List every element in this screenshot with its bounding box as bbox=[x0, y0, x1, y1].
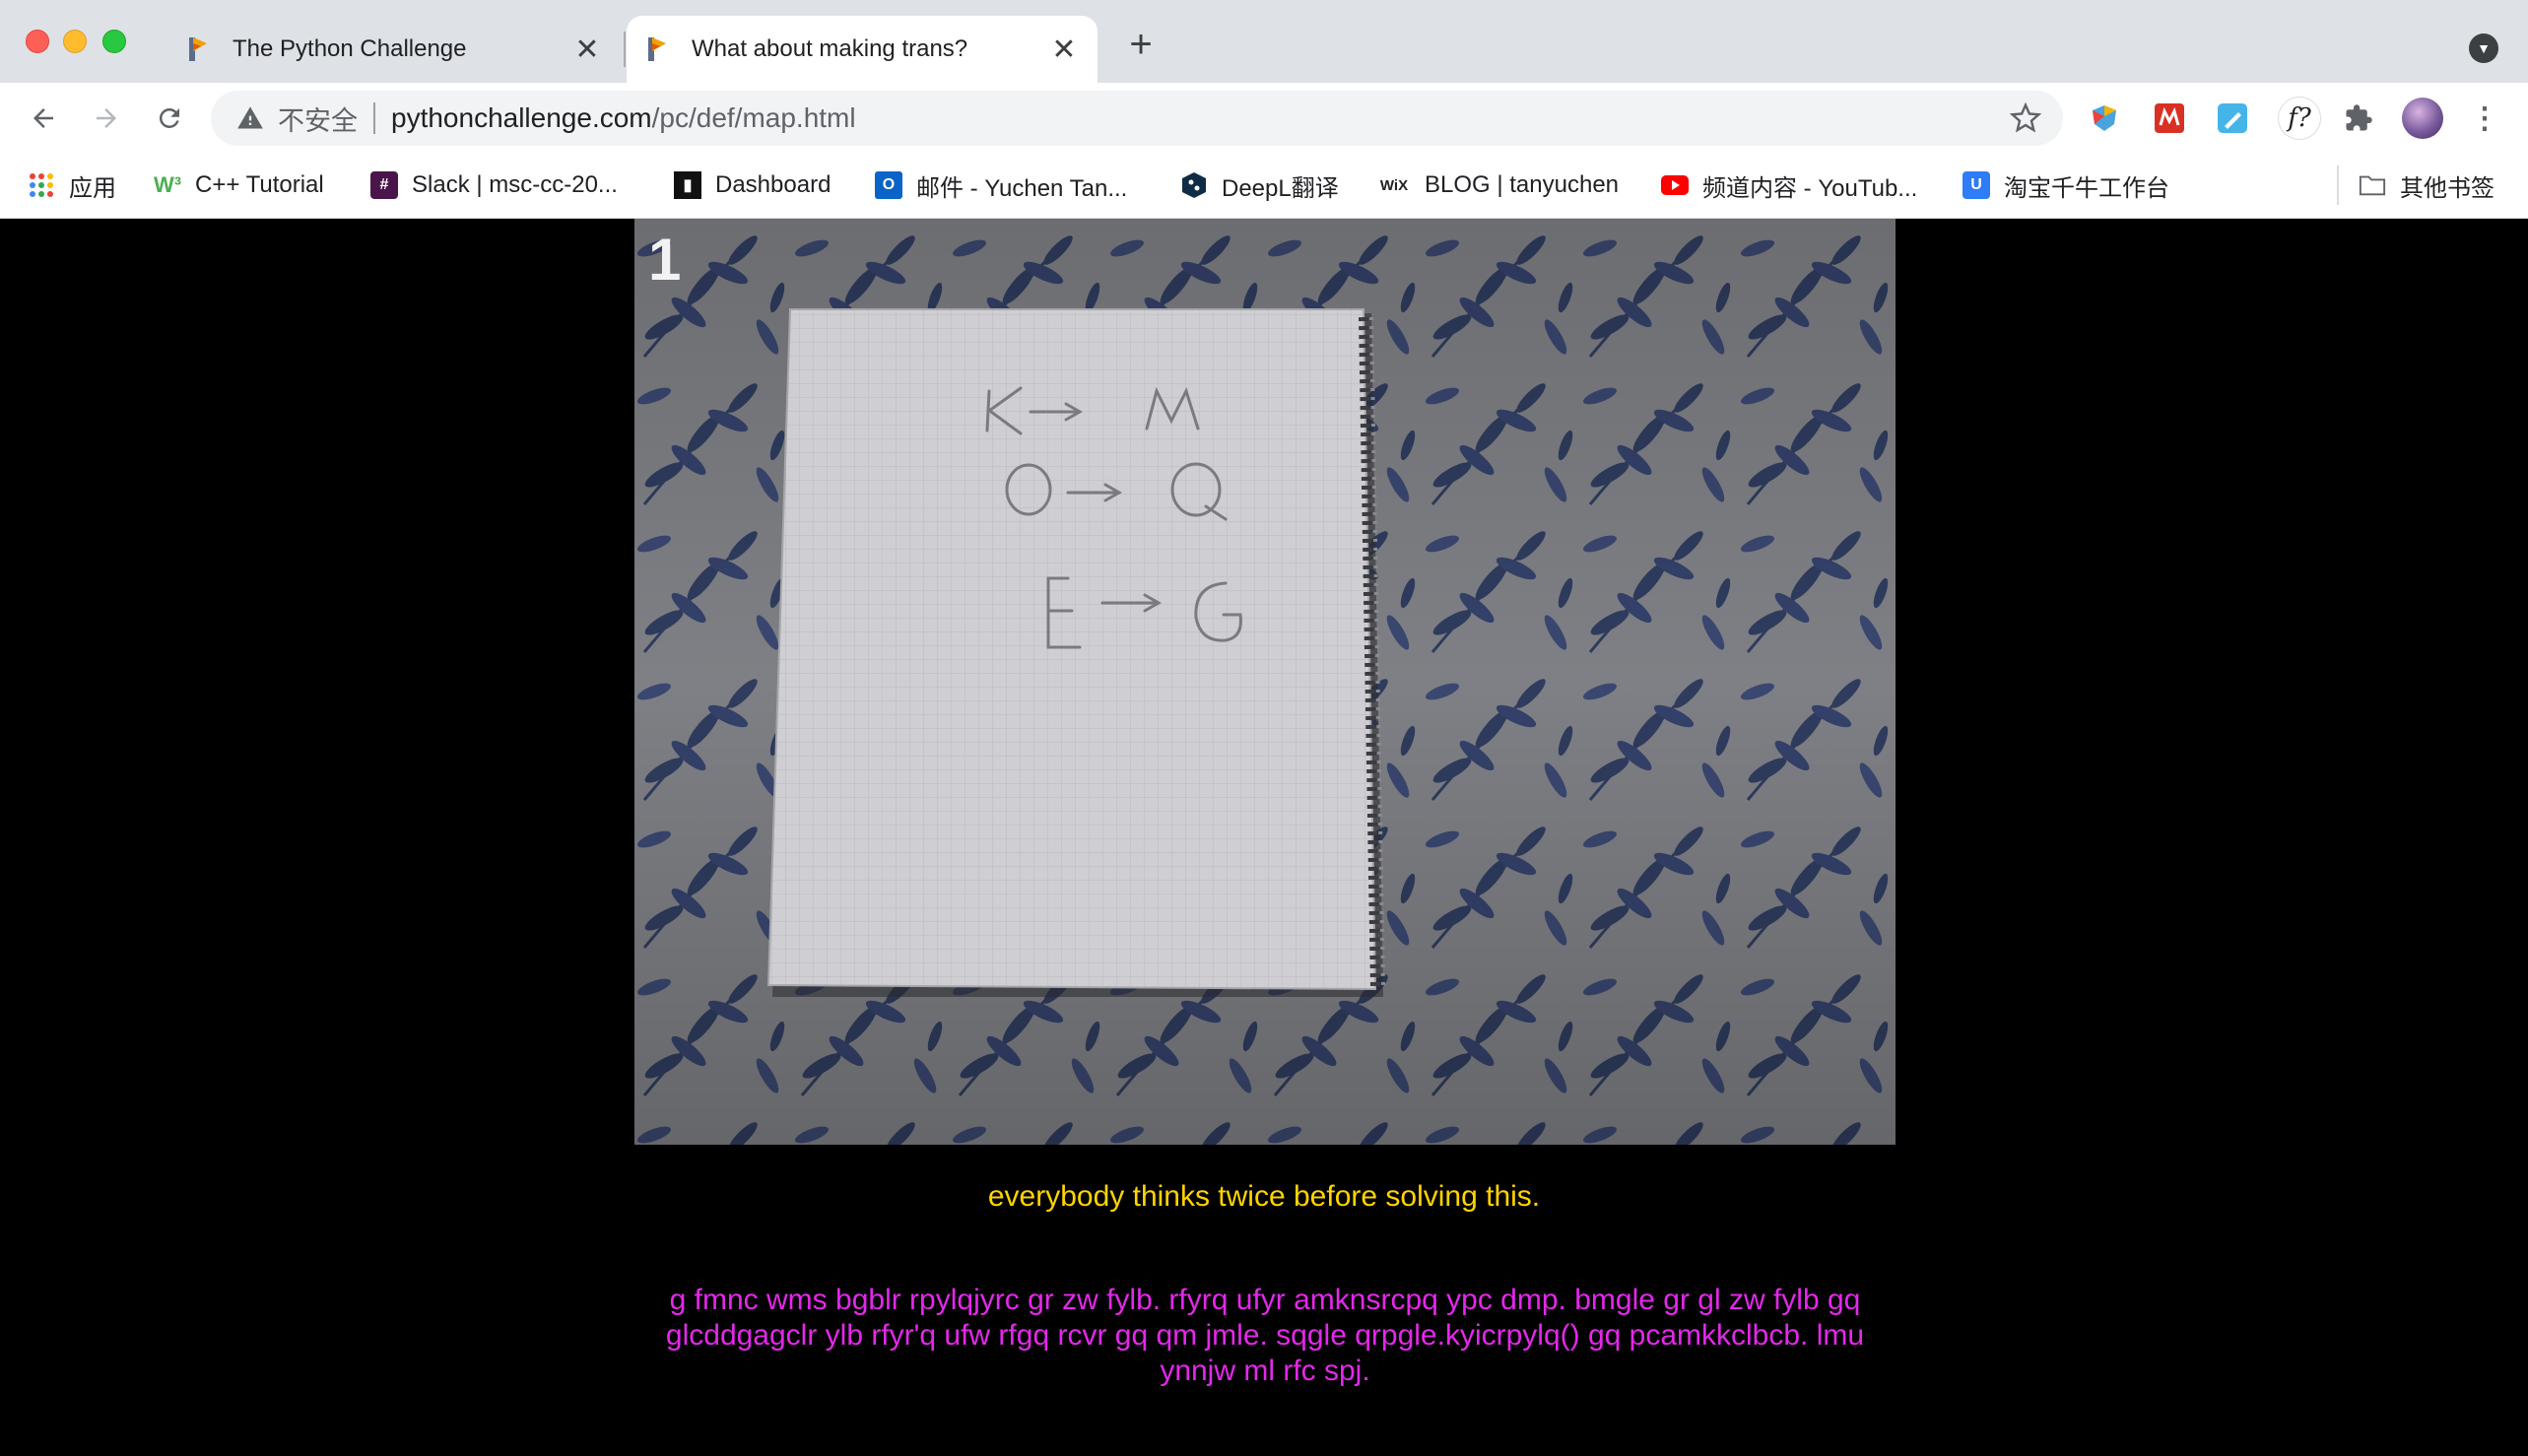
back-button[interactable] bbox=[22, 97, 65, 140]
bookmark-label: DeepL翻译 bbox=[1222, 174, 1339, 202]
bookmark-label: C++ Tutorial bbox=[195, 171, 324, 198]
browser-toolbar: 不安全 pythonchallenge.com/pc/def/map.html … bbox=[0, 83, 2528, 154]
red-grid-extension-icon[interactable] bbox=[2152, 100, 2187, 136]
maximize-window-button[interactable] bbox=[102, 30, 126, 53]
deepl-icon bbox=[1180, 171, 1208, 199]
url-text[interactable]: pythonchallenge.com/pc/def/map.html bbox=[391, 102, 856, 134]
url-path: /pc/def/map.html bbox=[651, 102, 856, 133]
bookmark-blog[interactable]: WiX BLOG | tanyuchen bbox=[1377, 164, 1619, 207]
formula-extension-icon[interactable]: f? bbox=[2278, 97, 2321, 140]
bookmarks-bar: 应用 W³ C++ Tutorial # Slack | msc-cc-20..… bbox=[0, 154, 2528, 219]
colorful-shield-icon[interactable] bbox=[2087, 100, 2122, 136]
bookmark-label: 其他书签 bbox=[2400, 174, 2495, 202]
bookmark-youtube[interactable]: 频道内容 - YouTub... bbox=[1661, 164, 1917, 207]
forward-button[interactable] bbox=[85, 97, 128, 140]
page-content: 1 everybody thinks twice before solving … bbox=[0, 219, 2528, 1456]
bookmark-cpp-tutorial[interactable]: W³ C++ Tutorial bbox=[154, 164, 324, 207]
bookmark-label: 邮件 - Yuchen Tan... bbox=[916, 174, 1128, 202]
notebook-photo: 1 bbox=[634, 219, 1896, 1145]
python-challenge-favicon-icon bbox=[189, 37, 207, 61]
address-bar[interactable]: 不安全 pythonchallenge.com/pc/def/map.html bbox=[211, 91, 2063, 146]
bookmark-mail[interactable]: O 邮件 - Yuchen Tan... bbox=[875, 164, 1127, 207]
folder-icon bbox=[2359, 171, 2386, 199]
close-tab-icon[interactable]: ✕ bbox=[571, 33, 603, 66]
reload-icon bbox=[159, 107, 179, 128]
tab-title: What about making trans? bbox=[692, 35, 968, 62]
address-divider bbox=[373, 102, 375, 134]
bookmark-label: 频道内容 - YouTub... bbox=[1702, 174, 1918, 202]
bookmark-label: 淘宝千牛工作台 bbox=[2004, 174, 2169, 202]
level-number: 1 bbox=[648, 227, 681, 293]
python-challenge-favicon-icon bbox=[648, 37, 666, 61]
security-label[interactable]: 不安全 bbox=[278, 99, 358, 138]
warning-icon bbox=[237, 106, 263, 129]
dashboard-icon: ▮ bbox=[674, 171, 701, 199]
apps-grid-icon bbox=[28, 171, 55, 199]
bookmarks-separator bbox=[2337, 165, 2339, 205]
bookmark-label: 应用 bbox=[69, 174, 116, 202]
w3schools-icon: W³ bbox=[153, 172, 182, 197]
profile-avatar[interactable] bbox=[2402, 98, 2443, 139]
bookmark-slack[interactable]: # Slack | msc-cc-20... bbox=[370, 164, 618, 207]
tab-title: The Python Challenge bbox=[233, 35, 467, 62]
close-tab-icon[interactable]: ✕ bbox=[1048, 33, 1080, 66]
bookmark-star-icon[interactable] bbox=[2010, 102, 2041, 134]
reload-button[interactable] bbox=[148, 97, 191, 140]
tab-search-chevron-icon[interactable]: ▼ bbox=[2469, 33, 2498, 63]
tab-python-challenge[interactable]: The Python Challenge ✕ bbox=[167, 16, 621, 83]
other-bookmarks-folder[interactable]: 其他书签 bbox=[2359, 164, 2495, 207]
minimize-window-button[interactable] bbox=[63, 30, 87, 53]
bookmark-label: Slack | msc-cc-20... bbox=[412, 171, 618, 198]
tab-separator bbox=[624, 32, 626, 67]
blue-pen-extension-icon[interactable] bbox=[2215, 100, 2250, 136]
qianniu-icon: U bbox=[1963, 171, 1990, 199]
url-host: pythonchallenge.com bbox=[391, 102, 652, 133]
slack-icon: # bbox=[370, 171, 398, 199]
arrow-right-icon bbox=[97, 108, 116, 128]
wix-icon: WiX bbox=[1379, 176, 1409, 194]
tab-strip: The Python Challenge ✕ What about making… bbox=[0, 0, 2528, 83]
puzzle-icon[interactable] bbox=[2341, 100, 2376, 136]
bookmark-deepl[interactable]: DeepL翻译 bbox=[1180, 164, 1339, 207]
cipher-text: g fmnc wms bgblr rpylqjyrc gr zw fylb. r… bbox=[665, 1284, 1865, 1387]
bookmark-label: Dashboard bbox=[715, 171, 832, 198]
bookmark-qianniu[interactable]: U 淘宝千牛工作台 bbox=[1963, 164, 2169, 207]
tab-making-trans[interactable]: What about making trans? ✕ bbox=[627, 16, 1098, 83]
close-window-button[interactable] bbox=[26, 30, 49, 53]
bookmark-dashboard[interactable]: ▮ Dashboard bbox=[674, 164, 831, 207]
bookmark-label: BLOG | tanyuchen bbox=[1425, 171, 1620, 198]
youtube-icon bbox=[1661, 171, 1689, 199]
hint-caption: everybody thinks twice before solving th… bbox=[987, 1180, 1541, 1213]
more-menu-icon[interactable]: ⋮ bbox=[2467, 100, 2502, 136]
arrow-left-icon bbox=[33, 108, 53, 128]
outlook-icon: O bbox=[875, 171, 902, 199]
bookmark-apps[interactable]: 应用 bbox=[28, 164, 116, 207]
new-tab-button[interactable]: + bbox=[1123, 25, 1159, 64]
